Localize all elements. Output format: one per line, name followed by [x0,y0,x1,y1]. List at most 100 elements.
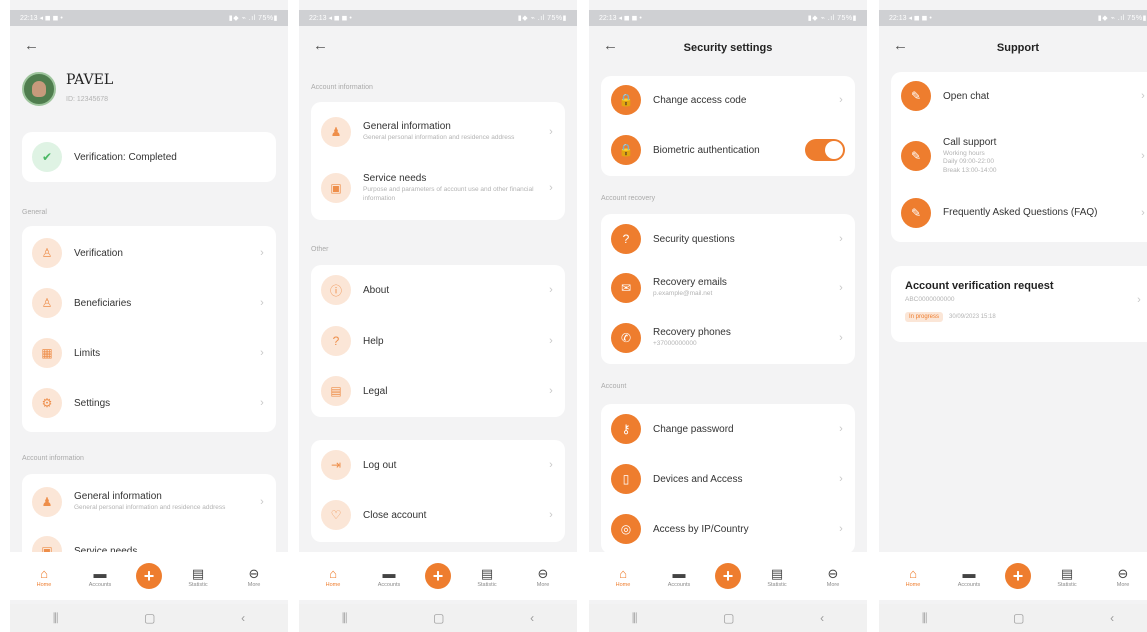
home-circle-icon[interactable]: ▢ [1013,611,1024,625]
menu-item-change-password[interactable]: ⚷ Change password › [601,414,855,444]
menu-item-security-questions[interactable]: ? Security questions › [601,224,855,254]
nav-home[interactable]: ⌂ Home [313,565,353,588]
menu-item-beneficiaries[interactable]: ♙ Beneficiaries › [22,288,276,318]
avatar[interactable] [22,72,56,106]
back-icon[interactable]: ‹ [820,611,824,625]
nav-label: Accounts [957,581,981,588]
menu-item-log-out[interactable]: ⇥ Log out › [311,450,565,480]
wallet-icon: ▬ [93,565,107,581]
chevron-right-icon: › [260,397,264,409]
more-icon: ⊖ [827,565,839,581]
nav-statistic[interactable]: ▤ Statistic [757,565,797,588]
person-icon: ♟ [321,117,351,147]
menu-item-label: Settings [74,397,111,409]
menu-item-devices-and-access[interactable]: ▯ Devices and Access › [601,464,855,494]
menu-item-verification[interactable]: ♙ Verification › [22,238,276,268]
chevron-right-icon: › [839,282,843,294]
nav-label: Statistic [767,581,787,588]
back-icon[interactable]: ‹ [241,611,245,625]
menu-item-subtitle: +37000000000 [653,340,697,348]
chevron-right-icon: › [549,284,553,296]
menu-item-about[interactable]: ⓘ About › [311,275,565,305]
bottom-nav: ⌂ Home ▬ Accounts + ▤ Statistic ⊖ More [299,552,577,600]
recent-apps-icon[interactable]: ⫼ [342,611,348,626]
recent-apps-icon[interactable]: ⫼ [53,611,59,626]
menu-item-settings[interactable]: ⚙ Settings › [22,388,276,418]
back-arrow-icon[interactable]: ← [313,38,328,53]
nav-accounts[interactable]: ▬ Accounts [80,565,120,588]
close-account-icon: ♡ [321,500,351,530]
home-circle-icon[interactable]: ▢ [144,611,155,625]
menu-item-subtitle: p.example@mail.net [653,290,713,298]
menu-item-general-information[interactable]: ♟ General information General personal i… [311,112,565,152]
menu-item-help[interactable]: ? Help › [311,326,565,356]
recent-apps-icon[interactable]: ⫼ [922,611,928,626]
bottom-nav: ⌂ Home ▬ Accounts + ▤ Statistic ⊖ More [879,552,1147,600]
menu-item-legal[interactable]: ▤ Legal › [311,376,565,406]
back-icon[interactable]: ‹ [530,611,534,625]
menu-item-service-needs[interactable]: ▣ Service needs Purpose and parameters o… [311,168,565,208]
info-icon: ⓘ [321,275,351,305]
menu-item-faq[interactable]: ✎ Frequently Asked Questions (FAQ) › [891,198,1147,228]
nav-more[interactable]: ⊖ More [523,565,563,588]
menu-item-biometric-authentication: 🔒 Biometric authentication [601,135,855,165]
nav-home[interactable]: ⌂ Home [603,565,643,588]
nav-label: Accounts [377,581,401,588]
back-arrow-icon[interactable]: ← [24,38,39,53]
add-button[interactable]: + [425,563,451,589]
nav-more[interactable]: ⊖ More [234,565,274,588]
menu-item-general-information[interactable]: ♟ General information General personal i… [22,484,276,520]
menu-item-change-access-code[interactable]: 🔒 Change access code › [601,85,855,115]
menu-item-access-by-ip[interactable]: ◎ Access by IP/Country › [601,514,855,544]
chevron-right-icon: › [549,182,553,194]
nav-more[interactable]: ⊖ More [813,565,853,588]
nav-accounts[interactable]: ▬ Accounts [659,565,699,588]
nav-accounts[interactable]: ▬ Accounts [949,565,989,588]
add-button[interactable]: + [136,563,162,589]
add-button[interactable]: + [1005,563,1031,589]
profile-screen: 22:13 ◂ ◼ ◼ • ▮◆ ⌁ .ıl 75%▮ ← PAVEL ID: … [10,0,288,632]
nav-statistic[interactable]: ▤ Statistic [1047,565,1087,588]
nav-home[interactable]: ⌂ Home [893,565,933,588]
nav-label: Home [36,581,52,588]
back-arrow-icon[interactable]: ← [893,38,908,53]
menu-item-label: Call support [943,137,997,149]
status-icons: ▮◆ ⌁ .ıl 75%▮ [1097,15,1147,22]
bottom-nav: ⌂ Home ▬ Accounts + ▤ Statistic ⊖ More [10,552,288,600]
back-arrow-icon[interactable]: ← [603,38,618,53]
menu-item-call-support[interactable]: ✎ Call support Working hours Daily 09:00… [891,130,1147,182]
support-screen: 22:13 ◂ ◼ ◼ • ▮◆ ⌁ .ıl 75%▮ ← Support ✎ … [879,0,1147,632]
lock-icon: 🔒 [611,85,641,115]
account-info-card: ♟ General information General personal i… [311,102,565,220]
nav-statistic[interactable]: ▤ Statistic [178,565,218,588]
home-circle-icon[interactable]: ▢ [723,611,734,625]
nav-home[interactable]: ⌂ Home [24,565,64,588]
nav-accounts[interactable]: ▬ Accounts [369,565,409,588]
gear-icon: ⚙ [32,388,62,418]
recent-apps-icon[interactable]: ⫼ [632,611,638,626]
menu-item-open-chat[interactable]: ✎ Open chat › [891,81,1147,111]
section-label-account: Account [601,383,627,390]
verification-status-text: Verification: Completed [74,151,177,163]
biometric-toggle[interactable] [805,139,845,161]
nav-label: Home [325,581,341,588]
status-bar: 22:13 ◂ ◼ ◼ • ▮◆ ⌁ .ıl 75%▮ [10,10,288,26]
request-title: Account verification request [905,280,1054,292]
status-bar: 22:13 ◂ ◼ ◼ • ▮◆ ⌁ .ıl 75%▮ [299,10,577,26]
nav-statistic[interactable]: ▤ Statistic [467,565,507,588]
menu-item-recovery-phones[interactable]: ✆ Recovery phones +37000000000 › [601,323,855,353]
verification-request-card[interactable]: Account verification request ABC00000000… [891,266,1147,342]
menu-item-subtitle: Working hours Daily 09:00-22:00 Break 13… [943,150,997,174]
verification-status-card[interactable]: ✔ Verification: Completed [22,132,276,182]
nav-more[interactable]: ⊖ More [1103,565,1143,588]
people-icon: ♙ [32,288,62,318]
menu-item-limits[interactable]: ▦ Limits › [22,338,276,368]
document-icon: ▤ [321,376,351,406]
home-circle-icon[interactable]: ▢ [433,611,444,625]
add-button[interactable]: + [715,563,741,589]
limits-icon: ▦ [32,338,62,368]
menu-item-recovery-emails[interactable]: ✉ Recovery emails p.example@mail.net › [601,273,855,303]
menu-item-close-account[interactable]: ♡ Close account › [311,500,565,530]
section-label-account: Account information [311,84,373,91]
back-icon[interactable]: ‹ [1110,611,1114,625]
